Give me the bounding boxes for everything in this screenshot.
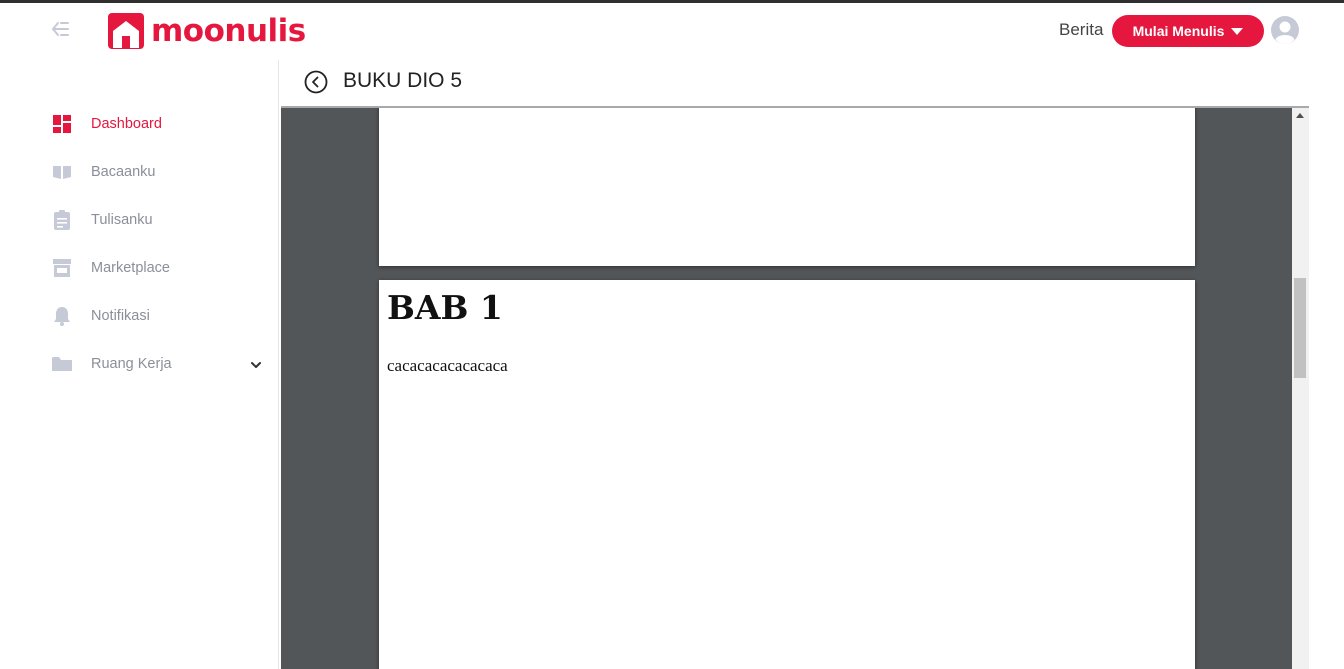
window-top-border xyxy=(0,0,1344,3)
reader-page xyxy=(379,108,1195,266)
user-avatar-icon[interactable] xyxy=(1270,15,1300,45)
page-title: BUKU DIO 5 xyxy=(343,69,463,92)
sidebar-item-label: Dashboard xyxy=(91,116,162,132)
chapter-body-text: cacacacacacacaca xyxy=(387,356,508,375)
mulai-menulis-button[interactable]: Mulai Menulis xyxy=(1112,15,1264,47)
collapse-sidebar-icon[interactable] xyxy=(50,19,70,39)
sidebar-item-label: Bacaanku xyxy=(91,164,156,180)
folder-icon xyxy=(52,354,72,374)
sidebar-item-label: Marketplace xyxy=(91,260,170,276)
sidebar-item-tulisanku[interactable]: Tulisanku xyxy=(52,208,272,232)
moonulis-logo-mark-icon xyxy=(108,13,144,49)
scroll-up-arrow-icon[interactable] xyxy=(1296,113,1304,118)
sidebar: Dashboard Bacaanku Tulisanku Marketplace… xyxy=(0,60,279,669)
scrollbar-thumb[interactable] xyxy=(1294,278,1306,378)
sidebar-item-label: Tulisanku xyxy=(91,212,153,228)
clipboard-icon xyxy=(52,210,72,230)
book-open-icon xyxy=(52,162,72,182)
bell-icon xyxy=(52,306,72,326)
chevron-down-icon[interactable] xyxy=(250,358,262,370)
caret-down-icon xyxy=(1231,27,1244,35)
sidebar-item-marketplace[interactable]: Marketplace xyxy=(52,256,272,280)
sidebar-item-label: Ruang Kerja xyxy=(91,356,172,372)
back-circle-icon[interactable] xyxy=(304,70,328,94)
reader-page: BAB 1 cacacacacacacaca xyxy=(379,280,1195,669)
sidebar-item-bacaanku[interactable]: Bacaanku xyxy=(52,160,272,184)
berita-link[interactable]: Berita xyxy=(1059,20,1103,40)
mulai-menulis-label: Mulai Menulis xyxy=(1132,23,1225,39)
sidebar-item-label: Notifikasi xyxy=(91,308,150,324)
sidebar-item-notifikasi[interactable]: Notifikasi xyxy=(52,304,272,328)
dashboard-icon xyxy=(52,114,72,134)
sidebar-item-dashboard[interactable]: Dashboard xyxy=(52,112,272,136)
reader-scrollbar[interactable] xyxy=(1292,108,1309,669)
chapter-title: BAB 1 xyxy=(387,288,503,327)
book-reader-viewport[interactable]: BAB 1 cacacacacacacaca xyxy=(281,106,1309,669)
sidebar-item-ruang-kerja[interactable]: Ruang Kerja xyxy=(52,352,272,376)
logo-text: moonulis xyxy=(151,13,306,49)
moonulis-logo[interactable]: moonulis xyxy=(107,12,306,50)
store-icon xyxy=(52,258,72,278)
